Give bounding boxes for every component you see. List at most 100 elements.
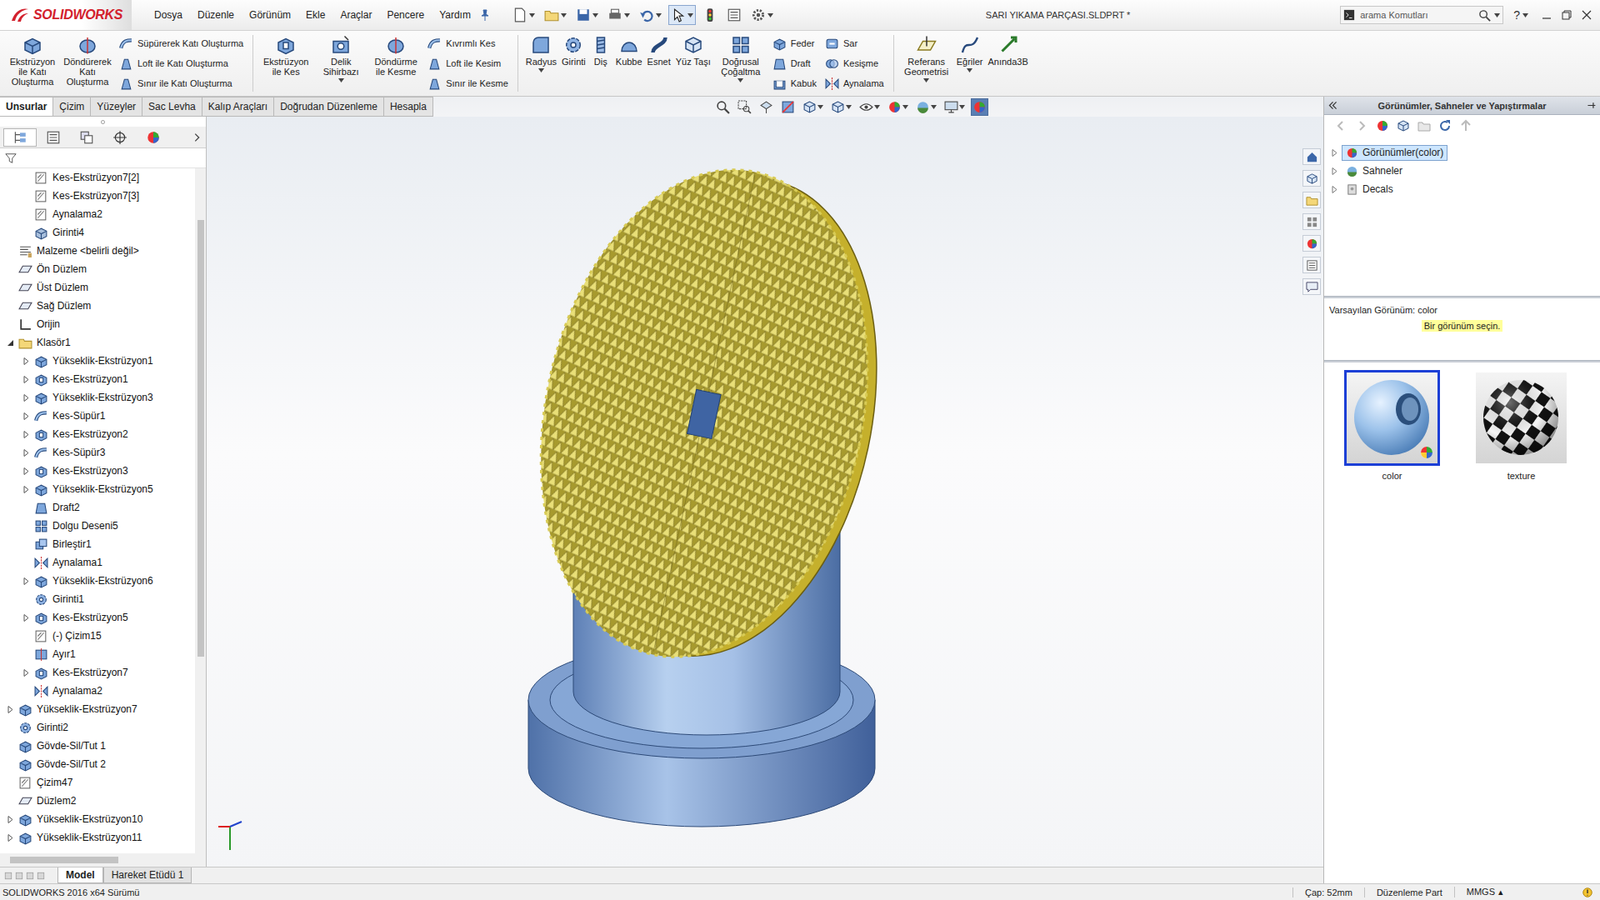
vertical-scrollbar[interactable] [195, 168, 206, 854]
expand-toggle[interactable] [4, 721, 16, 734]
expand-toggle[interactable] [20, 501, 32, 514]
feature-tree-item[interactable]: Sağ Düzlem [0, 296, 195, 315]
expanded-arrow-icon[interactable] [6, 339, 15, 347]
expand-toggle[interactable] [4, 776, 16, 789]
tab-nav-icon[interactable] [25, 870, 35, 881]
expand-toggle[interactable] [4, 740, 16, 752]
collapsed-arrow-icon[interactable] [6, 834, 15, 842]
ribbon-small-button[interactable]: Sınır ile Katı Oluşturma [119, 76, 244, 91]
feature-tree-item[interactable]: Kes-Ekstrüzyon2 [0, 425, 195, 444]
feature-tree-item[interactable]: Girinti1 [0, 590, 195, 609]
collapsed-arrow-icon[interactable] [22, 394, 30, 402]
feature-tree-item[interactable]: Yükseklik-Ekstrüzyon7 [0, 700, 195, 719]
tab-nav-icon[interactable] [14, 870, 25, 881]
cube-icon[interactable] [1396, 119, 1410, 133]
expand-toggle[interactable] [20, 648, 32, 660]
ribbon-button[interactable]: Anında3B [985, 33, 1030, 94]
expand-toggle[interactable] [20, 428, 32, 440]
quick-button[interactable] [668, 5, 696, 25]
expand-toggle[interactable] [20, 373, 32, 385]
scroll-thumb[interactable] [10, 856, 119, 864]
expand-toggle[interactable] [20, 538, 32, 550]
feature-tree-item[interactable]: Gövde-Sil/Tut 1 [0, 736, 195, 755]
panel-tab[interactable] [103, 128, 137, 147]
feature-tree-item[interactable]: Aynalama2 [0, 205, 195, 224]
feature-tree-item[interactable]: (-) Çizim15 [0, 626, 195, 645]
pane-divider[interactable] [1324, 360, 1600, 363]
expand-toggle[interactable] [20, 391, 32, 404]
ribbon-small-button[interactable]: Kıvrımlı Kes [427, 36, 509, 51]
view-tool-button[interactable] [714, 98, 732, 116]
collapsed-arrow-icon[interactable] [22, 412, 30, 420]
ribbon-small-button[interactable]: Sar [825, 36, 885, 51]
expand-toggle[interactable] [20, 355, 32, 367]
ribbon-button[interactable]: Girinti [559, 33, 589, 94]
ribbon-small-button[interactable]: Loft ile Katı Oluşturma [119, 56, 244, 71]
ribbon-small-button[interactable]: Feder [772, 36, 817, 51]
task-pane-tab[interactable] [1302, 191, 1321, 209]
panel-tab[interactable] [136, 128, 170, 147]
feature-tree-item[interactable]: Kes-Süpür3 [0, 443, 195, 462]
expand-toggle[interactable] [20, 410, 32, 422]
search-input[interactable] [1358, 9, 1475, 21]
collapsed-arrow-icon[interactable] [6, 705, 15, 714]
ribbon-small-button[interactable]: Kesişme [825, 56, 885, 71]
task-pane-tab[interactable] [1302, 278, 1321, 295]
view-tool-button[interactable] [942, 98, 967, 116]
tab-nav-icon[interactable] [35, 870, 46, 881]
feature-tree-item[interactable]: Kes-Ekstrüzyon1 [0, 370, 195, 389]
model-tab[interactable]: Model [57, 867, 104, 884]
task-pane-tab[interactable] [1302, 148, 1321, 165]
forward-icon[interactable] [1355, 119, 1369, 133]
handle-dot[interactable] [100, 120, 105, 125]
appearance-thumbnail[interactable]: texture [1473, 370, 1570, 481]
expand-toggle[interactable] [4, 703, 16, 715]
newfolder-icon[interactable] [1417, 119, 1431, 133]
appearance-tree-item[interactable]: Görünümler(color) [1330, 143, 1600, 162]
expand-toggle[interactable] [4, 813, 16, 825]
ribbon-button[interactable]: Ekstrüzyon ile Katı Oluşturma [5, 33, 60, 94]
command-tab[interactable]: Hesapla [384, 96, 434, 117]
quick-button[interactable] [510, 5, 538, 25]
view-tool-button[interactable] [829, 98, 854, 116]
panel-tab[interactable] [36, 128, 70, 147]
view-tool-button[interactable] [885, 98, 910, 116]
collapsed-arrow-icon[interactable] [1330, 149, 1339, 157]
pin-icon[interactable] [478, 8, 492, 22]
collapsed-arrow-icon[interactable] [22, 467, 30, 475]
feature-tree-item[interactable]: Yükseklik-Ekstrüzyon3 [0, 388, 195, 407]
tab-nav-icon[interactable] [3, 870, 14, 881]
expand-toggle[interactable] [4, 263, 16, 275]
ribbon-button[interactable]: Kubbe [613, 33, 645, 94]
view-tool-button[interactable] [970, 98, 989, 116]
appearance-thumbnail[interactable]: color [1344, 370, 1440, 481]
menu-item[interactable]: Ekle [298, 9, 333, 21]
feature-tree-item[interactable]: Ayır1 [0, 645, 195, 664]
expand-toggle[interactable] [20, 483, 32, 495]
quick-button[interactable] [748, 5, 776, 25]
quick-button[interactable] [605, 5, 633, 25]
appearance-tree-item[interactable]: Sahneler [1330, 161, 1600, 180]
ribbon-small-button[interactable]: Sınır ile Kesme [427, 76, 509, 91]
ribbon-button[interactable]: Esnet [645, 33, 674, 94]
ribbon-button[interactable]: Referans Geometrisi [899, 33, 955, 94]
feature-tree-item[interactable]: Orijin [0, 315, 195, 334]
part-model[interactable] [206, 116, 1300, 867]
command-tab[interactable]: Kalıp Araçları [202, 96, 275, 117]
scroll-thumb[interactable] [197, 220, 205, 657]
feature-tree-item[interactable]: Kes-Ekstrüzyon3 [0, 461, 195, 480]
command-tab[interactable]: Unsurlar [0, 96, 54, 117]
collapsed-arrow-icon[interactable] [6, 815, 15, 824]
menu-item[interactable]: Araçlar [332, 9, 380, 21]
quick-button[interactable] [573, 5, 601, 25]
feature-tree-item[interactable]: Ön Düzlem [0, 260, 195, 279]
feature-tree-item[interactable]: Kes-Ekstrüzyon5 [0, 608, 195, 627]
ribbon-button[interactable]: Yüz Taşı [673, 33, 714, 94]
feature-tree-item[interactable]: Aynalama2 [0, 681, 195, 700]
collapsed-arrow-icon[interactable] [22, 430, 30, 439]
view-tool-button[interactable] [735, 98, 754, 116]
command-tab[interactable]: Yüzeyler [90, 96, 143, 117]
expand-toggle[interactable] [20, 575, 32, 587]
ribbon-button[interactable]: Eğriler [954, 33, 986, 94]
minimize-icon[interactable] [1540, 8, 1554, 22]
